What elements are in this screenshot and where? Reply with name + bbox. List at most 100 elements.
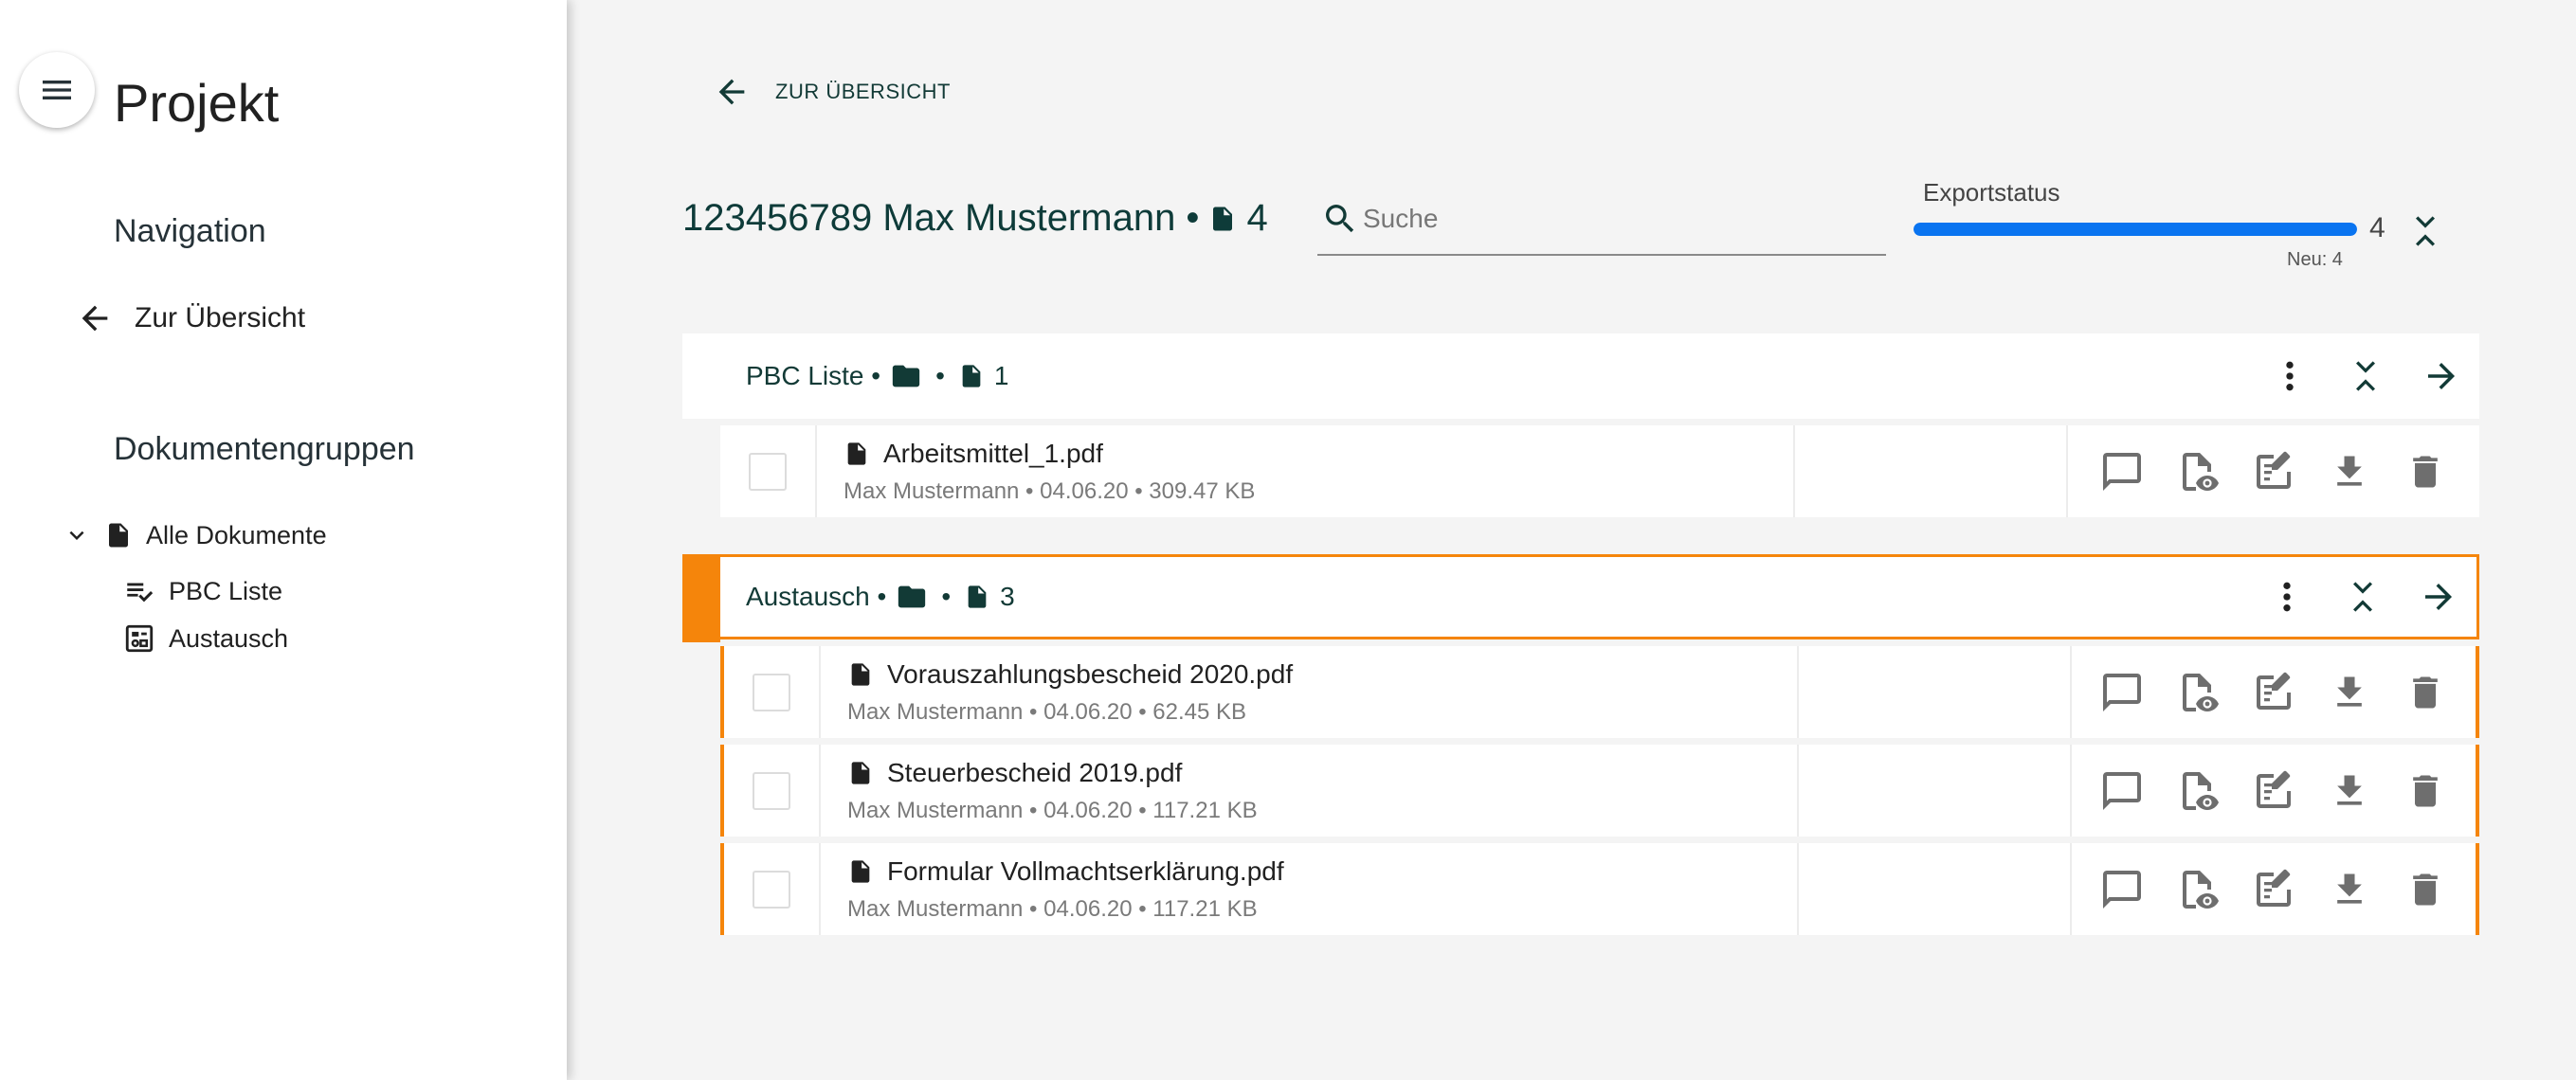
arrow-right-icon <box>2425 584 2452 610</box>
comment-button[interactable] <box>2084 852 2160 927</box>
collapse-all-icon <box>2356 361 2375 391</box>
document-row[interactable]: Steuerbescheid 2019.pdf Max Mustermann • … <box>720 745 2479 837</box>
comment-button[interactable] <box>2084 655 2160 730</box>
export-collapse-button[interactable] <box>2404 210 2446 252</box>
search-input[interactable] <box>1363 204 1875 234</box>
search-icon <box>1326 205 1354 233</box>
document-status-cell <box>1799 745 2072 837</box>
document-groups-heading: Dokumentengruppen <box>114 431 415 467</box>
download-icon <box>2337 676 2362 707</box>
document-checkbox[interactable] <box>753 870 790 909</box>
group-name: Austausch • <box>746 582 887 611</box>
document-actions <box>2072 843 2476 935</box>
edit-button[interactable] <box>2236 852 2312 927</box>
document-actions <box>2072 646 2476 738</box>
document-row[interactable]: Formular Vollmachtserklärung.pdf Max Must… <box>720 843 2479 935</box>
delete-button[interactable] <box>2387 852 2463 927</box>
delete-button[interactable] <box>2387 655 2463 730</box>
preview-button[interactable] <box>2160 852 2236 927</box>
group-open-button[interactable] <box>2404 338 2479 414</box>
back-to-overview-link[interactable]: ZUR ÜBERSICHT <box>713 70 951 114</box>
group-header[interactable]: Austausch • • 3 <box>682 554 2479 642</box>
menu-button[interactable] <box>19 52 95 128</box>
group-separator: • <box>941 582 952 611</box>
preview-button[interactable] <box>2160 655 2236 730</box>
export-count: 4 <box>2369 212 2386 243</box>
preview-button[interactable] <box>2160 434 2236 510</box>
document-meta: Max Mustermann • 04.06.20 • 309.47 KB <box>844 478 1256 504</box>
file-icon <box>851 663 870 686</box>
download-button[interactable] <box>2312 753 2387 829</box>
document-row[interactable]: Vorauszahlungsbescheid 2020.pdf Max Muste… <box>720 646 2479 738</box>
document-name[interactable]: Arbeitsmittel_1.pdf <box>883 439 1103 469</box>
document-name[interactable]: Steuerbescheid 2019.pdf <box>887 758 1182 788</box>
group-separator: • <box>935 361 945 390</box>
download-icon <box>2337 456 2362 486</box>
sidebar: Projekt Navigation Zur Übersicht Dokumen… <box>0 0 567 1080</box>
document-name-line: Formular Vollmachtserklärung.pdf <box>847 855 1797 889</box>
edit-button[interactable] <box>2236 753 2312 829</box>
document-group: PBC Liste • • 1 Arbeitsmittel_1.pdf Max Must… <box>682 333 2479 517</box>
export-status-label: Exportstatus <box>1923 178 2060 207</box>
document-name[interactable]: Vorauszahlungsbescheid 2020.pdf <box>887 659 1293 690</box>
file-preview-icon <box>2183 771 2219 810</box>
download-button[interactable] <box>2312 852 2387 927</box>
document-actions <box>2068 425 2479 517</box>
comment-button[interactable] <box>2084 753 2160 829</box>
comment-button[interactable] <box>2084 434 2160 510</box>
exchange-board-icon <box>125 624 154 653</box>
group-more-button[interactable] <box>2252 338 2328 414</box>
file-icon <box>1213 207 1233 230</box>
sidebar-back-link[interactable]: Zur Übersicht <box>76 296 305 341</box>
group-title: Austausch • • 3 <box>746 581 1015 613</box>
document-checkbox[interactable] <box>753 673 790 711</box>
edit-note-icon <box>2257 770 2291 808</box>
group-more-button[interactable] <box>2249 559 2325 635</box>
tree-item-all-documents[interactable]: Alle Dokumente <box>63 516 327 554</box>
document-name[interactable]: Formular Vollmachtserklärung.pdf <box>887 856 1284 887</box>
document-status-cell <box>1799 843 2072 935</box>
file-icon <box>968 585 987 608</box>
download-button[interactable] <box>2312 655 2387 730</box>
select-cell <box>724 843 821 935</box>
group-collapse-button[interactable] <box>2325 559 2401 635</box>
file-preview-icon <box>2183 870 2219 909</box>
edit-button[interactable] <box>2236 434 2312 510</box>
document-row[interactable]: Arbeitsmittel_1.pdf Max Mustermann • 04.0… <box>720 425 2479 517</box>
delete-button[interactable] <box>2387 434 2463 510</box>
document-checkbox[interactable] <box>749 452 787 491</box>
file-icon <box>962 365 981 387</box>
edit-note-icon <box>2257 672 2291 710</box>
document-checkbox[interactable] <box>753 771 790 810</box>
edit-note-icon <box>2257 869 2291 907</box>
delete-button[interactable] <box>2387 753 2463 829</box>
tree-item-austausch[interactable]: Austausch <box>123 620 288 657</box>
group-name: PBC Liste • <box>746 361 881 390</box>
collapse-all-icon <box>2353 582 2372 612</box>
download-button[interactable] <box>2312 434 2387 510</box>
document-status-cell <box>1795 425 2068 517</box>
document-group: Austausch • • 3 Vorauszahlungsbescheid 2020… <box>682 554 2479 935</box>
edit-button[interactable] <box>2236 655 2312 730</box>
arrow-right-icon <box>2428 363 2455 389</box>
document-name-line: Arbeitsmittel_1.pdf <box>844 437 1793 471</box>
tree-item-pbc-liste[interactable]: PBC Liste <box>123 572 282 610</box>
document-info: Steuerbescheid 2019.pdf Max Mustermann • … <box>821 745 1799 837</box>
preview-button[interactable] <box>2160 753 2236 829</box>
folder-icon <box>898 585 926 608</box>
document-meta: Max Mustermann • 04.06.20 • 117.21 KB <box>847 896 1258 922</box>
back-to-overview-label: ZUR ÜBERSICHT <box>775 80 951 103</box>
group-open-button[interactable] <box>2401 559 2476 635</box>
tree-root-label: Alle Dokumente <box>146 520 327 549</box>
chevron-down-icon[interactable] <box>63 521 91 549</box>
document-name-line: Vorauszahlungsbescheid 2020.pdf <box>847 657 1797 692</box>
search-field[interactable] <box>1317 184 1886 256</box>
tree-item-label: Austausch <box>169 623 289 653</box>
group-header[interactable]: PBC Liste • • 1 <box>682 333 2479 419</box>
export-progress-bar <box>1914 223 2357 236</box>
more-vert-icon <box>2283 582 2291 612</box>
file-preview-icon <box>2183 673 2219 711</box>
page-title: 123456789 Max Mustermann • 4 <box>682 197 1268 240</box>
group-collapse-button[interactable] <box>2328 338 2404 414</box>
select-cell <box>724 745 821 837</box>
